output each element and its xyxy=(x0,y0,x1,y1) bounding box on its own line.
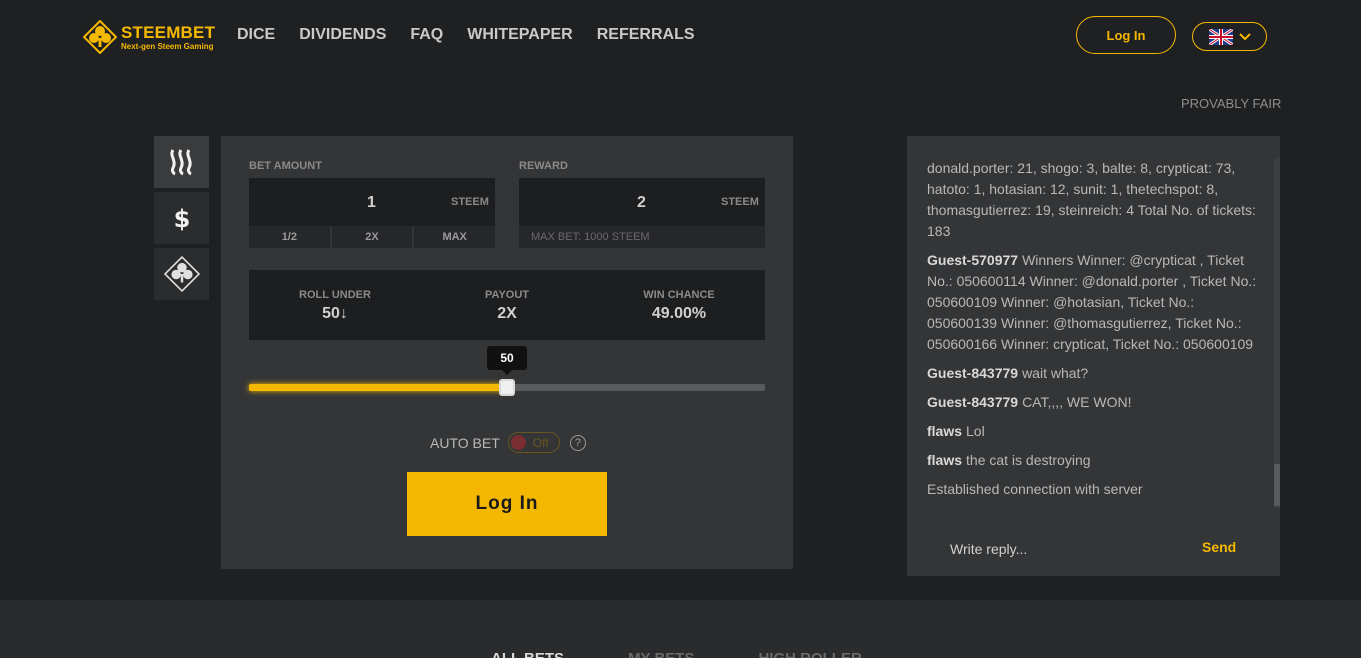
nav-dice[interactable]: DICE xyxy=(237,26,275,44)
chat-message: Established connection with server xyxy=(927,479,1257,500)
slider-tooltip: 50 xyxy=(487,346,527,375)
nav-referrals[interactable]: REFERRALS xyxy=(597,26,695,44)
chat-text: CAT,,,, WE WON! xyxy=(1022,394,1132,410)
autobet-toggle[interactable]: Off xyxy=(507,432,560,453)
double-button[interactable]: 2X xyxy=(331,226,413,248)
roll-under-stat[interactable]: ROLL UNDER 50↓ xyxy=(249,270,421,340)
max-bet-text: MAX BET: 1000 STEEM xyxy=(519,226,765,248)
payout-value: 2X xyxy=(497,305,517,322)
chat-panel: donald.porter: 21, shogo: 3, balte: 8, c… xyxy=(907,136,1280,576)
reward-display: 2 STEEM xyxy=(519,178,765,226)
toggle-knob xyxy=(510,435,526,450)
chat-text: Established connection with server xyxy=(927,481,1143,497)
tab-all-bets[interactable]: ALL BETS xyxy=(491,650,564,658)
chat-message: flaws Lol xyxy=(927,421,1257,442)
bet-modifiers: 1/2 2X MAX xyxy=(249,226,496,248)
logo-title: STEEMBET xyxy=(121,22,216,42)
header-login-button[interactable]: Log In xyxy=(1076,16,1176,54)
sbd-tab[interactable]: $ xyxy=(154,192,209,244)
chat-user[interactable]: Guest-843779 xyxy=(927,365,1018,381)
nav-faq[interactable]: FAQ xyxy=(410,26,443,44)
chat-text: Lol xyxy=(966,423,985,439)
chat-message: flaws the cat is destroying xyxy=(927,450,1257,471)
chat-user[interactable]: flaws xyxy=(927,423,962,439)
payout-stat: PAYOUT 2X xyxy=(421,270,593,340)
logo[interactable]: STEEMBET Next-gen Steem Gaming xyxy=(83,19,223,55)
nav-whitepaper[interactable]: WHITEPAPER xyxy=(467,26,572,44)
logo-subtitle: Next-gen Steem Gaming xyxy=(121,41,214,51)
payout-label: PAYOUT xyxy=(484,289,529,301)
scrollbar-thumb[interactable] xyxy=(1274,464,1280,506)
language-selector[interactable] xyxy=(1192,22,1267,51)
nav-dividends[interactable]: DIVIDENDS xyxy=(299,26,386,44)
svg-text:$: $ xyxy=(173,205,190,233)
bets-section: ALL BETS MY BETS HIGH ROLLER xyxy=(0,600,1361,658)
chat-message: donald.porter: 21, shogo: 3, balte: 8, c… xyxy=(927,158,1257,242)
steem-tab[interactable] xyxy=(154,136,209,188)
chat-scrollbar[interactable] xyxy=(1274,158,1280,508)
dice-panel: BET AMOUNT 1 STEEM 1/2 2X MAX REWARD 2 S… xyxy=(221,136,793,569)
bet-amount-input[interactable]: 1 STEEM xyxy=(249,178,495,226)
uk-flag-icon xyxy=(1208,28,1233,45)
roll-under-label: ROLL UNDER xyxy=(299,289,371,301)
max-button[interactable]: MAX xyxy=(414,226,496,248)
club-icon xyxy=(163,256,200,292)
chat-message: Guest-570977 Winners Winner: @crypticat ,… xyxy=(927,250,1257,355)
autobet-state: Off xyxy=(532,436,549,450)
win-chance-label: WIN CHANCE xyxy=(643,289,715,301)
chat-text: donald.porter: 21, shogo: 3, balte: 8, c… xyxy=(927,160,1256,239)
club-logo-icon xyxy=(83,20,117,54)
roll-stats: ROLL UNDER 50↓ PAYOUT 2X WIN CHANCE 49.0… xyxy=(249,270,765,340)
reward-unit: STEEM xyxy=(721,196,759,208)
chat-user[interactable]: Guest-843779 xyxy=(927,394,1018,410)
chat-text: wait what? xyxy=(1022,365,1089,381)
autobet-label: AUTO BET xyxy=(430,434,500,451)
dollar-icon: $ xyxy=(173,205,190,233)
chat-text: the cat is destroying xyxy=(966,452,1091,468)
chat-message: Guest-843779 wait what? xyxy=(927,363,1257,384)
reply-input[interactable]: Write reply... xyxy=(950,541,1027,557)
win-chance-value: 49.00% xyxy=(651,305,707,322)
win-chance-stat: WIN CHANCE 49.00% xyxy=(593,270,765,340)
slider-fill xyxy=(249,384,507,391)
bet-amount-value: 1 xyxy=(367,194,376,211)
bet-unit: STEEM xyxy=(451,196,489,208)
reward-value: 2 xyxy=(637,194,646,211)
bet-amount-label: BET AMOUNT xyxy=(249,160,322,172)
main-nav: DICE DIVIDENDS FAQ WHITEPAPER REFERRALS xyxy=(237,26,719,44)
club-token-tab[interactable] xyxy=(154,248,209,300)
steem-icon xyxy=(169,149,192,176)
slider-handle[interactable] xyxy=(499,379,515,396)
chevron-down-icon xyxy=(1238,32,1251,40)
reward-label: REWARD xyxy=(519,160,568,172)
chat-messages: donald.porter: 21, shogo: 3, balte: 8, c… xyxy=(927,158,1257,508)
provably-fair-link[interactable]: PROVABLY FAIR xyxy=(1181,96,1281,111)
send-button[interactable]: Send xyxy=(1202,539,1236,555)
autobet-row: AUTO BET Off ? xyxy=(430,432,586,453)
half-button[interactable]: 1/2 xyxy=(249,226,330,248)
tab-high-roller[interactable]: HIGH ROLLER xyxy=(758,650,861,658)
currency-sidebar: $ xyxy=(154,136,209,304)
help-icon[interactable]: ? xyxy=(569,434,586,451)
tab-my-bets[interactable]: MY BETS xyxy=(628,650,694,658)
chat-user[interactable]: Guest-570977 xyxy=(927,252,1018,268)
bets-tabs: ALL BETS MY BETS HIGH ROLLER xyxy=(491,650,862,658)
login-button[interactable]: Log In xyxy=(407,472,607,536)
chat-message: Guest-843779 CAT,,,, WE WON! xyxy=(927,392,1257,413)
chat-user[interactable]: flaws xyxy=(927,452,962,468)
roll-slider[interactable] xyxy=(249,379,765,396)
roll-under-value: 50↓ xyxy=(322,305,348,322)
